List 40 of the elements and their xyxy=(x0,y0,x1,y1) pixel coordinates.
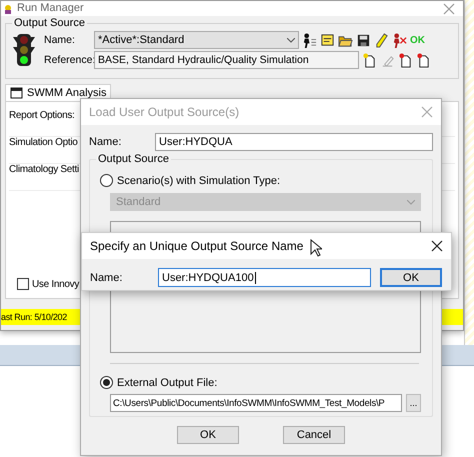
window-icon xyxy=(10,87,23,99)
note-icon[interactable] xyxy=(320,32,335,48)
name-field[interactable]: User:HYDQUA100 xyxy=(158,268,371,287)
document-icon[interactable] xyxy=(416,52,431,68)
close-icon[interactable] xyxy=(431,240,443,252)
person-list-icon[interactable] xyxy=(302,32,317,48)
option-label: Simulation Optio xyxy=(9,137,78,148)
analysis-tab[interactable]: SWMM Analysis xyxy=(5,84,112,101)
radio-button[interactable]: External Output File: xyxy=(100,376,218,389)
document-icon[interactable] xyxy=(398,52,413,68)
checkbox[interactable] xyxy=(17,278,29,290)
field-label: Name: xyxy=(44,34,76,46)
option-label: Climatology Setti xyxy=(9,164,79,175)
name-field[interactable]: User:HYDQUA xyxy=(155,133,433,151)
group-label: Output Source xyxy=(13,17,86,29)
pencil-icon[interactable] xyxy=(374,32,389,48)
save-icon[interactable] xyxy=(356,32,371,48)
field-label: Reference: xyxy=(44,54,94,66)
name-dropdown[interactable]: *Active*:Standard xyxy=(94,31,299,49)
group-label: Output Source xyxy=(96,153,171,165)
cancel-button[interactable]: Cancel xyxy=(283,426,345,444)
radio-button[interactable]: Scenario(s) with Simulation Type: xyxy=(100,174,280,187)
radio-indicator[interactable] xyxy=(100,174,113,187)
dialog-title: Load User Output Source(s) xyxy=(89,105,240,119)
file-path-field[interactable]: C:\Users\Public\Documents\InfoSWMM\InfoSWMM_Test_Models\P xyxy=(110,394,402,412)
field-label: Name: xyxy=(90,272,124,284)
app-icon xyxy=(3,4,13,14)
reference-field[interactable]: BASE, Standard Hydraulic/Quality Simulation xyxy=(94,51,359,69)
ok-button[interactable]: OK xyxy=(177,426,239,444)
new-document-icon[interactable] xyxy=(362,52,377,68)
radio-indicator[interactable] xyxy=(100,376,113,389)
ok-button[interactable]: OK xyxy=(380,268,442,287)
window-title: Run Manager xyxy=(17,2,85,15)
person-remove-icon[interactable] xyxy=(392,32,407,48)
checkbox-label: Use Innovy xyxy=(32,278,80,290)
field-label: Name: xyxy=(89,136,122,148)
traffic-light-icon xyxy=(12,32,36,68)
browse-button[interactable]: ... xyxy=(406,394,421,412)
dialog-title: Specify an Unique Output Source Name xyxy=(90,239,304,253)
option-label: Report Options: xyxy=(9,110,75,121)
